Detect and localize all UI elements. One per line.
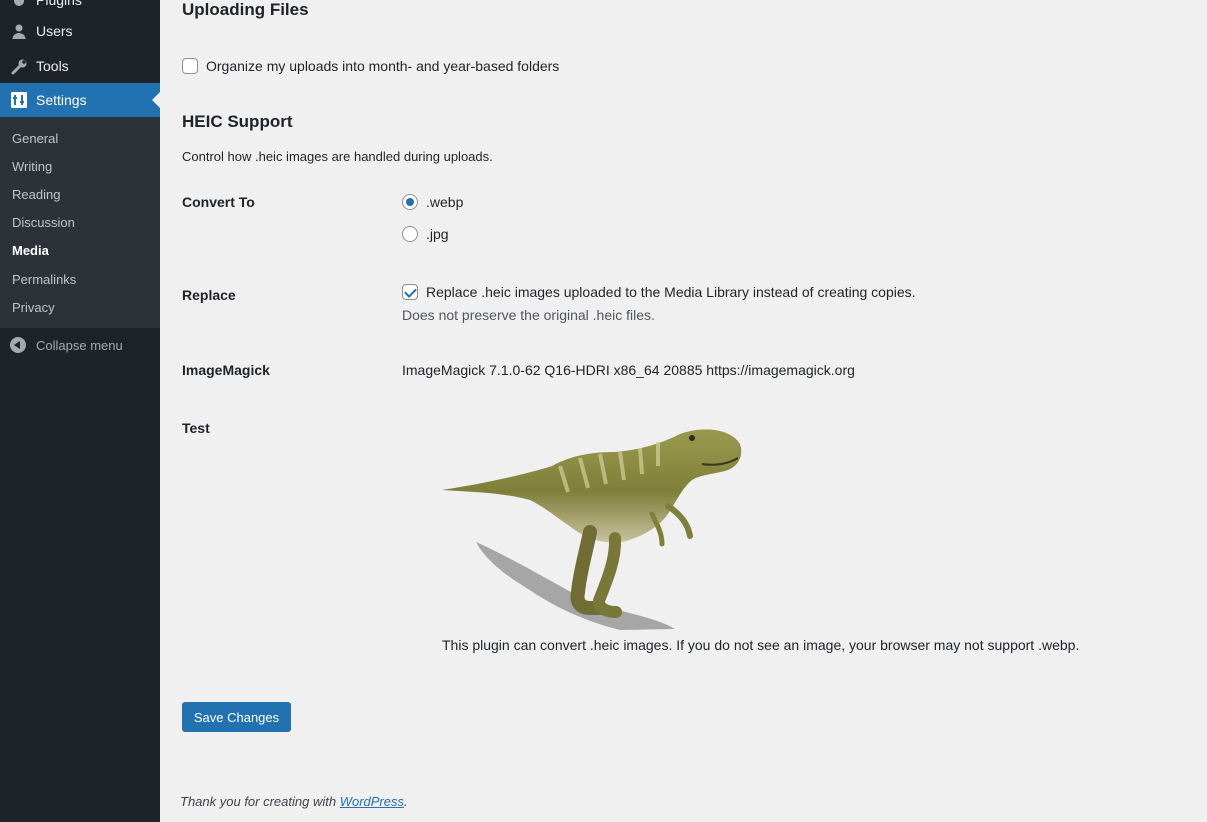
test-caption: This plugin can convert .heic images. If… — [442, 637, 1080, 653]
menu-label: Plugins — [36, 0, 82, 8]
submenu-permalinks[interactable]: Permalinks — [12, 272, 76, 287]
footer-text: Thank you for creating with — [180, 794, 340, 809]
heic-description: Control how .heic images are handled dur… — [182, 149, 493, 164]
organize-uploads-checkbox[interactable] — [182, 58, 198, 74]
save-changes-button[interactable]: Save Changes — [182, 702, 291, 732]
replace-note: Does not preserve the original .heic fil… — [402, 307, 655, 323]
collapse-arrow-icon — [10, 337, 26, 353]
settings-submenu: General Writing Reading Discussion Media… — [0, 117, 160, 328]
jpg-option-label[interactable]: .jpg — [426, 226, 449, 242]
imagemagick-version: ImageMagick 7.1.0-62 Q16-HDRI x86_64 208… — [402, 362, 855, 378]
replace-checkbox[interactable] — [402, 284, 418, 300]
collapse-menu-button[interactable]: Collapse menu — [0, 334, 160, 356]
replace-option-label[interactable]: Replace .heic images uploaded to the Med… — [426, 284, 916, 300]
menu-label: Settings — [36, 92, 87, 108]
submenu-privacy[interactable]: Privacy — [12, 300, 55, 315]
menu-label: Users — [36, 23, 73, 39]
imagemagick-label: ImageMagick — [182, 362, 270, 378]
jpg-radio[interactable] — [402, 226, 418, 242]
admin-sidebar: Plugins Users Tools Settings General Wri… — [0, 0, 160, 822]
footer-suffix: . — [404, 794, 408, 809]
webp-radio[interactable] — [402, 194, 418, 210]
menu-item-tools[interactable]: Tools — [0, 49, 160, 83]
submenu-discussion[interactable]: Discussion — [12, 215, 75, 230]
user-icon — [9, 21, 29, 41]
convert-to-label: Convert To — [182, 194, 255, 210]
test-dinosaur-image — [442, 429, 742, 630]
submenu-general[interactable]: General — [12, 131, 58, 146]
submenu-media[interactable]: Media — [12, 243, 49, 258]
settings-icon — [9, 90, 29, 110]
menu-label: Tools — [36, 58, 69, 74]
footer-thanks: Thank you for creating with WordPress. — [180, 794, 408, 809]
menu-item-settings[interactable]: Settings — [0, 83, 160, 117]
replace-label: Replace — [182, 287, 236, 303]
submenu-reading[interactable]: Reading — [12, 187, 60, 202]
webp-option-label[interactable]: .webp — [426, 194, 463, 210]
heic-support-heading: HEIC Support — [182, 112, 293, 131]
submenu-writing[interactable]: Writing — [12, 159, 52, 174]
wordpress-link[interactable]: WordPress — [340, 794, 404, 809]
collapse-label: Collapse menu — [36, 337, 123, 353]
wrench-icon — [9, 56, 29, 76]
test-label: Test — [182, 420, 210, 436]
uploading-files-heading: Uploading Files — [182, 0, 309, 19]
menu-item-users[interactable]: Users — [0, 14, 160, 48]
plugin-icon — [9, 0, 29, 10]
organize-uploads-label[interactable]: Organize my uploads into month- and year… — [206, 58, 559, 74]
